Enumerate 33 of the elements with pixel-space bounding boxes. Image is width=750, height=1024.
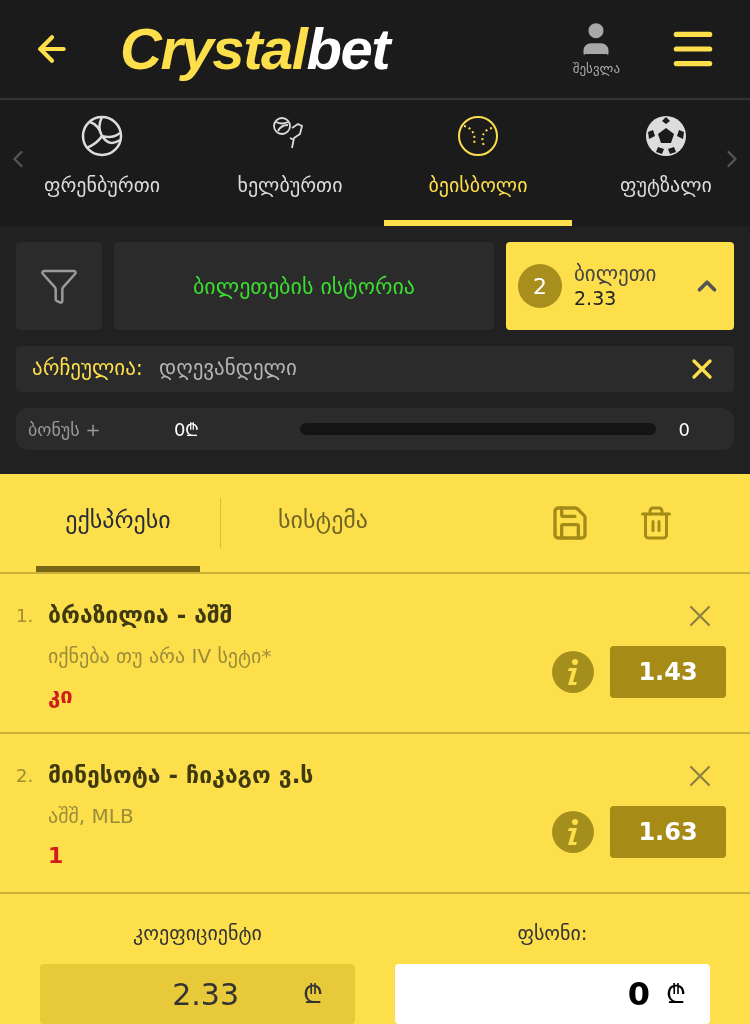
save-icon[interactable]	[550, 503, 590, 543]
info-icon[interactable]	[552, 811, 594, 853]
bet-pick: 1	[48, 841, 65, 870]
sport-tab[interactable]: ფრენბურთი	[8, 100, 196, 226]
filter-value: დღევანდელი	[158, 355, 297, 383]
coefficient-field: 2.33 ₾	[40, 964, 355, 1024]
bonus-reading: 0	[678, 417, 690, 442]
filter-button[interactable]	[16, 242, 102, 330]
ticket-history-button[interactable]: ბილეთების ისტორია	[114, 242, 494, 330]
bet-market: აშშ, MLB	[48, 802, 135, 830]
bet-type-tab[interactable]: ექსპრესი	[36, 474, 200, 572]
baseball-icon	[456, 114, 500, 158]
sport-tab[interactable]: ფუტზალი	[572, 100, 750, 226]
bet-market: იქნება თუ არა IV სეტი*	[48, 642, 272, 670]
coefficient-label: კოეფიციენტი	[133, 920, 262, 947]
bet-number: 2.	[16, 764, 35, 788]
ticket-summary-button[interactable]: 2 ბილეთი 2.33	[506, 242, 734, 330]
info-icon[interactable]	[552, 651, 594, 693]
bet-type-tab[interactable]: სისტემა	[241, 474, 405, 572]
stake-label: ფსონი:	[517, 920, 588, 947]
login-button[interactable]: შესვლა	[572, 19, 620, 79]
bonus-amount: 0₾	[174, 417, 201, 442]
stake-field[interactable]: 0 ₾	[395, 964, 710, 1024]
bonus-label: ბონუს +	[28, 417, 102, 442]
bet-number: 1.	[16, 604, 35, 628]
soccer-ball-icon	[644, 114, 688, 158]
delete-icon[interactable]	[638, 505, 674, 541]
bet-match: ბრაზილია - აშშ	[48, 601, 234, 630]
bet-match: მინესოტა - ჩიკაგო ვ.ს	[48, 761, 314, 790]
sport-tab[interactable]: ხელბურთი	[196, 100, 384, 226]
bet-pick: კი	[48, 681, 74, 710]
filter-label: არჩეულია:	[32, 355, 143, 383]
volleyball-icon	[80, 114, 124, 158]
